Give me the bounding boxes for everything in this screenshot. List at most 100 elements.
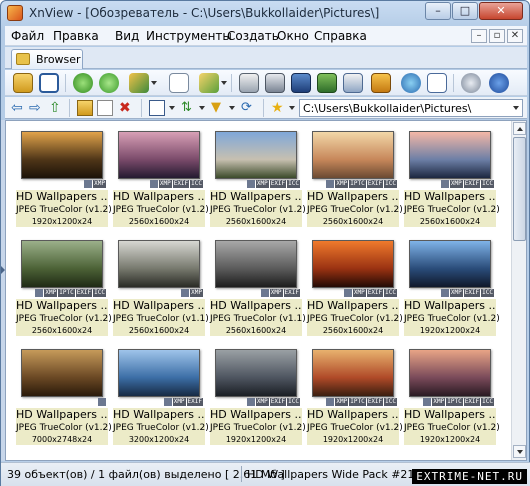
thumbnail-item[interactable]: HD Wallpapers ... JPEG TrueColor (v1.2) 70… bbox=[16, 345, 112, 449]
sync-icon[interactable]: ⟳ bbox=[241, 100, 257, 116]
thumbnail-image[interactable] bbox=[21, 240, 103, 288]
maximize-button[interactable]: □ bbox=[452, 2, 478, 20]
convert-dropdown-arrow[interactable] bbox=[151, 81, 157, 85]
menu-window[interactable]: Окно bbox=[277, 29, 309, 43]
screen-icon[interactable] bbox=[371, 73, 391, 93]
menu-help[interactable]: Справка bbox=[314, 29, 367, 43]
thumbnail-image[interactable] bbox=[215, 131, 297, 179]
print-icon[interactable] bbox=[239, 73, 259, 93]
xnview-app-icon[interactable] bbox=[7, 5, 23, 21]
rename-icon[interactable] bbox=[97, 100, 113, 116]
thumbnail-item[interactable]: XMP IPTC EXIF ICC HD Wallpapers ... JPEG True… bbox=[307, 127, 403, 231]
thumbnail-image[interactable] bbox=[21, 131, 103, 179]
thumbnail-item[interactable]: XMP EXIF ICC HD Wallpapers ... JPEG TrueColo… bbox=[307, 236, 403, 340]
open-folder-icon[interactable] bbox=[13, 73, 33, 93]
file-dimensions: 2560x1600x24 bbox=[404, 216, 496, 227]
tab-browser[interactable]: Browser bbox=[11, 49, 83, 69]
thumbnail-image[interactable] bbox=[118, 240, 200, 288]
mdi-restore-button[interactable]: ▫ bbox=[489, 29, 505, 43]
scroll-down-button[interactable] bbox=[513, 445, 526, 458]
thumbnail-item[interactable]: XMP IPTC EXIF ICC HD Wallpapers ... JPEG True… bbox=[307, 345, 403, 449]
thumbnail-item[interactable]: XMP EXIF ICC HD Wallpapers ... JPEG TrueColo… bbox=[404, 236, 500, 340]
address-dropdown-arrow[interactable] bbox=[513, 106, 519, 110]
filter-dropdown-arrow[interactable] bbox=[229, 106, 235, 110]
scanner-icon[interactable] bbox=[265, 73, 285, 93]
filelist-icon[interactable] bbox=[199, 73, 219, 93]
favorites-star-icon[interactable]: ★ bbox=[271, 100, 287, 116]
settings-icon[interactable] bbox=[461, 73, 481, 93]
thumbnail-image[interactable] bbox=[312, 240, 394, 288]
thumbnail-item[interactable]: XMP HD Wallpapers ... JPEG TrueColor (v1.2… bbox=[16, 127, 112, 231]
address-input[interactable] bbox=[299, 99, 523, 117]
thumbnail-item[interactable]: XMP HD Wallpapers ... JPEG TrueColor (v1.1… bbox=[113, 236, 209, 340]
metadata-badges: XMP EXIF ICC bbox=[149, 180, 203, 188]
menu-tools[interactable]: Инструменты bbox=[146, 29, 232, 43]
mdi-close-button[interactable]: ✕ bbox=[507, 29, 523, 43]
mdi-minimize-button[interactable]: – bbox=[471, 29, 487, 43]
thumbnail-item[interactable]: XMP IPTC EXIF ICC HD Wallpapers ... JPEG True… bbox=[404, 345, 500, 449]
favorites-dropdown-arrow[interactable] bbox=[289, 106, 295, 110]
sort-icon[interactable]: ⇅ bbox=[181, 100, 197, 116]
thumbnail-image[interactable] bbox=[118, 349, 200, 397]
metadata-badges: XMP EXIF ICC bbox=[440, 180, 494, 188]
file-dimensions: 7000x2748x24 bbox=[16, 434, 108, 445]
info-icon[interactable] bbox=[169, 73, 189, 93]
back-arrow-icon[interactable]: ⇦ bbox=[11, 100, 27, 116]
scroll-thumb[interactable] bbox=[513, 137, 526, 241]
thumbnail-image[interactable] bbox=[312, 131, 394, 179]
convert-icon[interactable] bbox=[129, 73, 149, 93]
filelist-dropdown-arrow[interactable] bbox=[221, 81, 227, 85]
thumbnail-item[interactable]: XMP EXIF ICC HD Wallpapers ... JPEG TrueColo… bbox=[210, 345, 306, 449]
title-bar[interactable]: XnView - [Обозреватель - C:\Users\Bukkol… bbox=[1, 1, 529, 25]
thumbnail-item[interactable]: XMP EXIF HD Wallpapers ... JPEG TrueColor (… bbox=[210, 236, 306, 340]
thumbnail-image[interactable] bbox=[409, 240, 491, 288]
file-name: HD Wallpapers ... bbox=[210, 190, 302, 204]
image-type-icon bbox=[163, 398, 172, 406]
site-watermark: EXTRIME-NET.RU bbox=[412, 469, 527, 484]
thumbnail-image[interactable] bbox=[215, 240, 297, 288]
filter-icon[interactable]: ▼ bbox=[211, 100, 227, 116]
about-icon[interactable] bbox=[489, 73, 509, 93]
view-mode-icon[interactable] bbox=[149, 100, 165, 116]
thumbnail-item[interactable]: XMP EXIF ICC HD Wallpapers ... JPEG TrueColo… bbox=[404, 127, 500, 231]
up-folder-icon[interactable]: ⇧ bbox=[49, 100, 65, 116]
thumbnail-item[interactable]: XMP EXIF HD Wallpapers ... JPEG TrueColor (… bbox=[113, 345, 209, 449]
thumbnail-image[interactable] bbox=[312, 349, 394, 397]
metadata-badge: ICC bbox=[384, 180, 397, 188]
thumbnail-item[interactable]: XMP IPTC EXIF ICC HD Wallpapers ... JPEG True… bbox=[16, 236, 112, 340]
view-mode-dropdown-arrow[interactable] bbox=[169, 106, 175, 110]
rotate-icon[interactable] bbox=[99, 73, 119, 93]
fullscreen-icon[interactable] bbox=[39, 73, 59, 93]
menu-view[interactable]: Вид bbox=[115, 29, 139, 43]
scroll-up-button[interactable] bbox=[513, 122, 526, 135]
contact-sheet-icon[interactable] bbox=[427, 73, 447, 93]
slideshow-icon[interactable] bbox=[317, 73, 337, 93]
metadata-badge: ICC bbox=[481, 289, 494, 297]
image-type-icon bbox=[246, 180, 255, 188]
thumbnail-item[interactable]: XMP EXIF ICC HD Wallpapers ... JPEG TrueColo… bbox=[210, 127, 306, 231]
metadata-badge: XMP bbox=[190, 289, 203, 297]
capture-icon[interactable] bbox=[343, 73, 363, 93]
thumbnail-image[interactable] bbox=[215, 349, 297, 397]
file-type: JPEG TrueColor (v1.2) bbox=[16, 313, 112, 325]
sort-dropdown-arrow[interactable] bbox=[199, 106, 205, 110]
menu-create[interactable]: Создать bbox=[227, 29, 279, 43]
close-button[interactable]: ✕ bbox=[479, 2, 523, 20]
thumbnail-image[interactable] bbox=[21, 349, 103, 397]
forward-arrow-icon[interactable]: ⇨ bbox=[29, 100, 45, 116]
main-toolbar bbox=[5, 70, 527, 96]
thumbnail-item[interactable]: XMP EXIF ICC HD Wallpapers ... JPEG TrueColo… bbox=[113, 127, 209, 231]
menu-edit[interactable]: Правка bbox=[53, 29, 99, 43]
thumbnail-image[interactable] bbox=[118, 131, 200, 179]
refresh-icon[interactable] bbox=[73, 73, 93, 93]
delete-icon[interactable]: ✖ bbox=[119, 100, 135, 116]
thumbnail-image[interactable] bbox=[409, 131, 491, 179]
menu-file[interactable]: Файл bbox=[11, 29, 44, 43]
metadata-badges: XMP EXIF bbox=[163, 398, 203, 406]
webpage-icon[interactable] bbox=[401, 73, 421, 93]
filmstrip-icon[interactable] bbox=[291, 73, 311, 93]
vertical-scrollbar[interactable] bbox=[511, 121, 526, 460]
minimize-button[interactable]: – bbox=[425, 2, 451, 20]
thumbnail-image[interactable] bbox=[409, 349, 491, 397]
new-folder-icon[interactable] bbox=[77, 100, 93, 116]
